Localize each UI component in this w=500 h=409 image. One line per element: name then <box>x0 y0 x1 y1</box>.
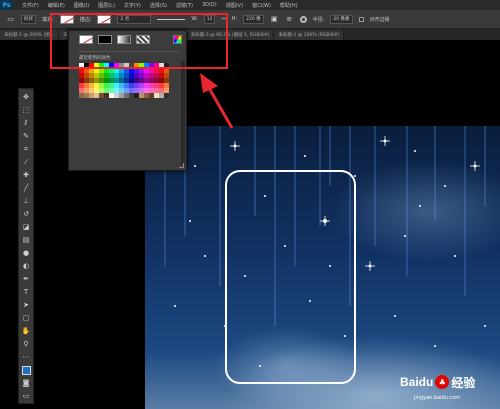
height-label: H: <box>231 16 238 22</box>
shape-tool-icon[interactable]: ▢ <box>22 314 31 323</box>
move-tool-icon[interactable]: ✥ <box>22 93 31 102</box>
menu-bar: Ps 文件(F) 编辑(E) 图像(I) 图层(L) 文字(Y) 选择(S) 滤… <box>0 0 500 10</box>
menu-select[interactable]: 选择(S) <box>150 2 167 9</box>
resize-grip-icon[interactable] <box>179 163 184 168</box>
menu-window[interactable]: 窗口(W) <box>252 2 271 9</box>
color-swatch[interactable] <box>164 93 169 98</box>
menu-filter[interactable]: 滤镜(T) <box>176 2 193 9</box>
tool-mode-select[interactable]: 形状 <box>21 14 36 24</box>
history-brush-tool-icon[interactable]: ↺ <box>22 210 31 219</box>
rounded-rectangle-tool-icon[interactable]: ▭ <box>6 15 15 24</box>
radius-label: 半径: <box>312 16 325 23</box>
path-operations-icon[interactable]: ▣ <box>270 15 279 24</box>
watermark-url: jingyan.baidu.com <box>414 395 461 401</box>
align-edges-label: 对齐边缘 <box>369 16 390 23</box>
menu-view[interactable]: 视图(V) <box>226 2 243 9</box>
swatch-scrollbar[interactable] <box>181 61 185 165</box>
crop-tool-icon[interactable]: ⌗ <box>22 145 31 154</box>
rounded-rectangle-shape[interactable] <box>225 170 356 384</box>
type-tool-icon[interactable]: T <box>22 288 31 297</box>
watermark-brand: Baidu <box>400 375 434 389</box>
eyedropper-tool-icon[interactable]: ⁄ <box>22 158 31 167</box>
path-alignment-icon[interactable]: ≡ <box>285 15 294 24</box>
tools-panel: ✥ ⬚ ℓ ✎ ⌗ ⁄ ✚ ╱ ⊥ ↺ ◪ ▤ ● ◐ ✒ T ➤ ▢ ✋ ⚲ … <box>18 88 34 404</box>
blur-tool-icon[interactable]: ● <box>22 249 31 258</box>
gradient-tool-icon[interactable]: ▤ <box>22 236 31 245</box>
gear-icon[interactable] <box>299 15 307 23</box>
annotation-highlight-box <box>50 13 228 69</box>
healing-brush-tool-icon[interactable]: ✚ <box>22 171 31 180</box>
marquee-tool-icon[interactable]: ⬚ <box>22 106 31 115</box>
path-selection-tool-icon[interactable]: ➤ <box>22 301 31 310</box>
hand-tool-icon[interactable]: ✋ <box>22 327 31 336</box>
lasso-tool-icon[interactable]: ℓ <box>22 119 31 128</box>
menu-edit[interactable]: 编辑(E) <box>48 2 65 9</box>
baidu-paw-icon: ♣ <box>435 375 450 389</box>
quick-select-tool-icon[interactable]: ✎ <box>22 132 31 141</box>
watermark-product: 经验 <box>451 375 476 390</box>
menu-3d[interactable]: 3D(D) <box>202 2 217 8</box>
clone-stamp-tool-icon[interactable]: ⊥ <box>22 197 31 206</box>
menu-file[interactable]: 文件(F) <box>22 2 39 9</box>
menu-help[interactable]: 帮助(H) <box>280 2 298 9</box>
tab-document-5[interactable]: 未标题-1 @ 100% (RGB/8#) <box>274 30 345 40</box>
quick-mask-icon[interactable]: ◙ <box>22 379 31 388</box>
menu-layer[interactable]: 图层(L) <box>98 2 115 9</box>
brush-tool-icon[interactable]: ╱ <box>22 184 31 193</box>
height-input[interactable]: 220 像 <box>243 14 264 24</box>
eraser-tool-icon[interactable]: ◪ <box>22 223 31 232</box>
zoom-tool-icon[interactable]: ⚲ <box>22 340 31 349</box>
screen-mode-icon[interactable]: ▭ <box>22 392 31 401</box>
more-tools-icon[interactable]: ⋯ <box>22 353 31 362</box>
menu-image[interactable]: 图像(I) <box>74 2 89 9</box>
foreground-color-swatch[interactable] <box>21 366 31 375</box>
baidu-watermark: Baidu ♣ 经验 <box>400 367 496 397</box>
align-edges-checkbox[interactable] <box>358 16 364 22</box>
dodge-tool-icon[interactable]: ◐ <box>22 262 31 271</box>
pen-tool-icon[interactable]: ✒ <box>22 275 31 284</box>
menu-type[interactable]: 文字(Y) <box>124 2 141 9</box>
radius-input[interactable]: 20 像素 <box>330 14 353 24</box>
photoshop-logo: Ps <box>0 0 13 10</box>
